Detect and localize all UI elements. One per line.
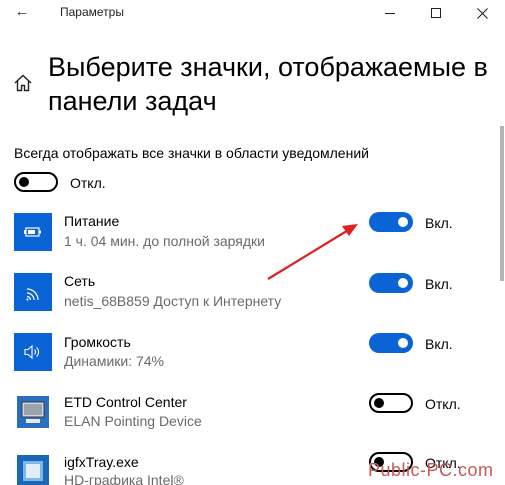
scrollbar[interactable] <box>500 126 504 281</box>
power-state: Вкл. <box>425 215 453 231</box>
app-subtitle: 1 ч. 04 мин. до полной зарядки <box>64 233 265 249</box>
touchpad-icon <box>17 396 49 428</box>
volume-toggle[interactable] <box>369 333 413 353</box>
speaker-icon <box>24 344 39 360</box>
app-subtitle: HD-графика Intel® <box>64 472 184 485</box>
network-state: Вкл. <box>425 276 453 292</box>
app-name: ETD Control Center <box>64 394 187 410</box>
toggle-knob <box>398 338 408 348</box>
close-icon <box>476 7 488 19</box>
close-button[interactable] <box>459 0 505 26</box>
etd-toggle[interactable] <box>369 393 413 413</box>
power-toggle[interactable] <box>369 212 413 232</box>
always-show-state: Откл. <box>70 175 106 191</box>
watermark: Public-PC.com <box>368 460 494 480</box>
app-name: Громкость <box>64 334 131 350</box>
volume-state: Вкл. <box>425 336 453 352</box>
page-title: Выберите значки, отображаемые в панели з… <box>48 52 488 116</box>
home-icon <box>14 74 32 92</box>
etd-app-icon <box>14 393 52 431</box>
home-button[interactable] <box>12 72 34 94</box>
window-title: Параметры <box>60 5 124 19</box>
toggle-knob <box>398 278 408 288</box>
always-show-toggle[interactable] <box>14 172 58 192</box>
wifi-icon <box>26 288 39 301</box>
app-name: Питание <box>64 213 120 229</box>
maximize-button[interactable] <box>413 0 459 26</box>
power-app-icon <box>14 213 52 251</box>
app-name: igfxTray.exe <box>64 454 139 470</box>
igfx-app-icon <box>14 452 52 485</box>
app-name: Сеть <box>64 273 96 289</box>
toggle-knob <box>374 398 384 408</box>
app-subtitle: ELAN Pointing Device <box>64 413 202 429</box>
etd-state: Откл. <box>425 396 461 412</box>
back-button[interactable]: ← <box>10 1 34 23</box>
battery-icon <box>24 227 41 237</box>
minimize-icon <box>385 12 395 14</box>
app-subtitle: Динамики: 74% <box>64 353 165 369</box>
intel-graphics-icon <box>17 455 49 485</box>
toggle-knob <box>19 177 29 187</box>
always-show-label: Всегда отображать все значки в области у… <box>14 145 369 161</box>
minimize-button[interactable] <box>367 0 413 26</box>
network-app-icon <box>14 273 52 311</box>
arrow-left-icon: ← <box>14 3 30 20</box>
toggle-knob <box>398 217 408 227</box>
volume-app-icon <box>14 333 52 371</box>
maximize-icon <box>431 8 441 18</box>
network-toggle[interactable] <box>369 273 413 293</box>
app-subtitle: netis_68B859 Доступ к Интернету <box>64 293 282 309</box>
title-bar: ← Параметры <box>0 0 505 26</box>
